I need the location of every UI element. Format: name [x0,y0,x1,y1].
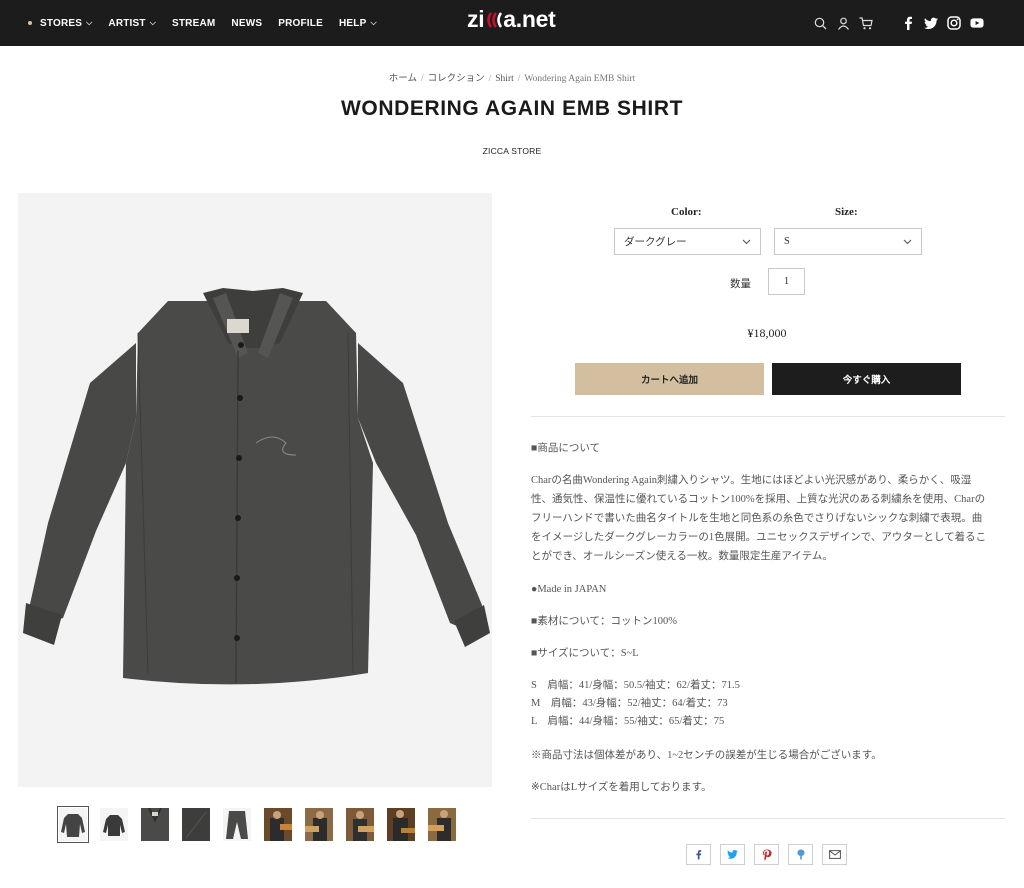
account-icon[interactable] [836,16,850,30]
size-row: S 肩幅：41/身幅：50.5/袖丈：62/着丈：71.5 [531,680,740,691]
search-icon[interactable] [813,16,827,30]
nav-profile-label: PROFILE [278,17,323,29]
share-buttons [686,844,847,865]
nav-stores-label: STORES [40,17,83,29]
chevron-down-icon: ⌵ [370,18,377,27]
active-dot-icon [28,21,32,25]
main-nav: STORES ⌵ ARTIST ⌵ STREAM NEWS PROFILE HE… [28,0,377,46]
breadcrumb: ホーム / コレクション / Shirt / Wondering Again EMB Shi… [388,74,636,84]
description-line: 性、通気性、保温性に優れているコットン100%を採用、上質な光沢のある刺繍糸を使… [531,494,986,505]
nav-help[interactable]: HELP ⌵ [339,18,377,29]
nav-stream[interactable]: STREAM [172,18,215,29]
size-label: Size: [835,206,858,218]
logo-text-right: a.net [503,6,556,32]
size-row: L 肩幅：44/身幅：55/袖丈：65/着丈：75 [531,716,725,727]
color-label: Color: [671,206,702,218]
wearing-note: ※CharはLサイズを着用しております。 [531,782,712,793]
chevron-down-icon: ⌵ [86,18,93,27]
quantity-label: 数量 [730,279,751,290]
thumbnail-strip [57,806,456,843]
thumbnail-model-photo-5[interactable] [428,808,456,841]
instagram-icon[interactable] [947,16,961,30]
nav-help-label: HELP [338,17,367,29]
thumbnail-model-photo-3[interactable] [346,808,374,841]
thumbnail-shirt-front[interactable] [57,806,89,843]
add-to-cart-button[interactable]: カートへ追加 [575,363,764,395]
site-logo[interactable]: zi a.net [467,6,556,33]
nav-news-label: NEWS [231,17,263,29]
divider [531,818,1005,819]
breadcrumb-collection[interactable]: コレクション [428,74,485,84]
color-select[interactable]: ダークグレー [614,228,761,255]
thumbnail-model-photo-4[interactable] [387,808,415,841]
quantity-input[interactable] [768,268,805,295]
shirt-image [18,193,492,787]
description-heading: ■商品について [531,443,601,454]
twitter-icon[interactable] [924,16,938,30]
header-icons [813,0,984,46]
facebook-icon[interactable] [901,16,915,30]
chevron-down-icon [742,237,751,249]
description-line: Charの名曲Wondering Again刺繍入りシャツ。生地にはほどよい光沢… [531,475,972,486]
youtube-icon[interactable] [970,16,984,30]
fancy-share-icon[interactable] [788,844,813,865]
nav-artist-label: ARTIST [108,17,146,29]
divider [531,416,1005,417]
description-line: とができ、オールシーズン使える一枚。数量限定生産アイテム。 [531,551,833,562]
product-main-image[interactable] [18,193,492,787]
material-info: ■素材について：コットン100% [531,616,678,627]
twitter-share-icon[interactable] [720,844,745,865]
size-select[interactable]: S [774,228,922,255]
facebook-share-icon[interactable] [686,844,711,865]
product-price: ¥18,000 [747,326,787,340]
buy-now-button[interactable]: 今すぐ購入 [772,363,961,395]
logo-mark-icon [485,9,503,31]
logo-text-left: zi [467,6,485,32]
size-note: ※商品寸法は個体差があり、1~2センチの誤差が生じる場合がございます。 [531,750,882,761]
color-select-value: ダークグレー [624,237,687,248]
breadcrumb-home[interactable]: ホーム [389,74,417,84]
description-line: をイメージしたダークグレーカラーの1色展開。ユニセックスデザインで、アウターとし… [531,532,987,543]
size-select-value: S [784,236,790,247]
size-chart: S 肩幅：41/身幅：50.5/袖丈：62/着丈：71.5 M 肩幅：43/身幅… [531,677,1005,731]
product-title: WONDERING AGAIN EMB SHIRT [340,97,684,120]
made-in: ●Made in JAPAN [531,584,607,595]
chevron-down-icon [903,237,912,249]
thumbnail-model-photo-2[interactable] [305,808,333,841]
thumbnail-fabric-detail[interactable] [182,808,210,841]
product-vendor[interactable]: ZICCA STORE [0,146,1024,156]
nav-stores[interactable]: STORES ⌵ [28,18,92,29]
nav-news[interactable]: NEWS [231,18,262,29]
thumbnail-collar-detail[interactable] [141,808,169,841]
description-body: Charの名曲Wondering Again刺繍入りシャツ。生地にはほどよい光沢… [531,471,1005,566]
nav-stream-label: STREAM [171,17,216,29]
thumbnail-shirt-folded[interactable] [100,808,128,841]
size-range: ■サイズについて：S~L [531,648,639,659]
site-header: STORES ⌵ ARTIST ⌵ STREAM NEWS PROFILE HE… [0,0,1024,46]
breadcrumb-shirt[interactable]: Shirt [495,74,513,84]
thumbnail-model-photo-1[interactable] [264,808,292,841]
description-line: フリーハンドで書いた曲名タイトルを生地と同色系の糸色でさりげないシックな刺繍で表… [531,513,983,524]
nav-profile[interactable]: PROFILE [278,18,323,29]
email-share-icon[interactable] [822,844,847,865]
nav-artist[interactable]: ARTIST ⌵ [108,18,156,29]
thumbnail-pants-view[interactable] [223,808,251,841]
chevron-down-icon: ⌵ [149,18,156,27]
cart-icon[interactable] [859,16,873,30]
breadcrumb-current: Wondering Again EMB Shirt [524,74,636,84]
size-row: M 肩幅：43/身幅：52/袖丈：64/着丈：73 [531,698,728,709]
pinterest-share-icon[interactable] [754,844,779,865]
